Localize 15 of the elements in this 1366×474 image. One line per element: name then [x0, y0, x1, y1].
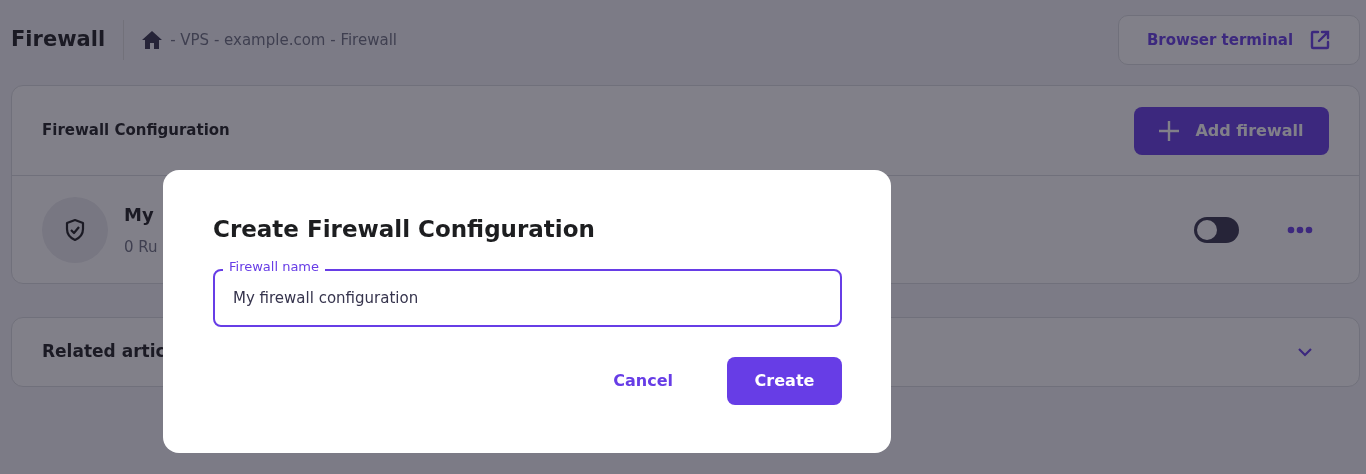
cancel-button[interactable]: Cancel [607, 367, 679, 394]
rules-count: 0 Ru [124, 236, 158, 258]
breadcrumb: - VPS - example.com - Firewall [170, 29, 397, 51]
toggle-switch[interactable] [1194, 216, 1239, 243]
home-icon[interactable] [142, 31, 163, 49]
external-link-icon [1309, 29, 1332, 51]
plus-icon [1159, 120, 1180, 141]
dialog-title: Create Firewall Configuration [213, 215, 596, 244]
more-icon[interactable] [1287, 225, 1313, 234]
card-title: Firewall Configuration [42, 120, 230, 142]
chevron-icon [1297, 347, 1313, 357]
create-button[interactable]: Create [727, 356, 842, 405]
panel-title: Related artic [42, 340, 166, 364]
page-title: Firewall [11, 26, 106, 54]
firewall-name: My [124, 202, 155, 227]
